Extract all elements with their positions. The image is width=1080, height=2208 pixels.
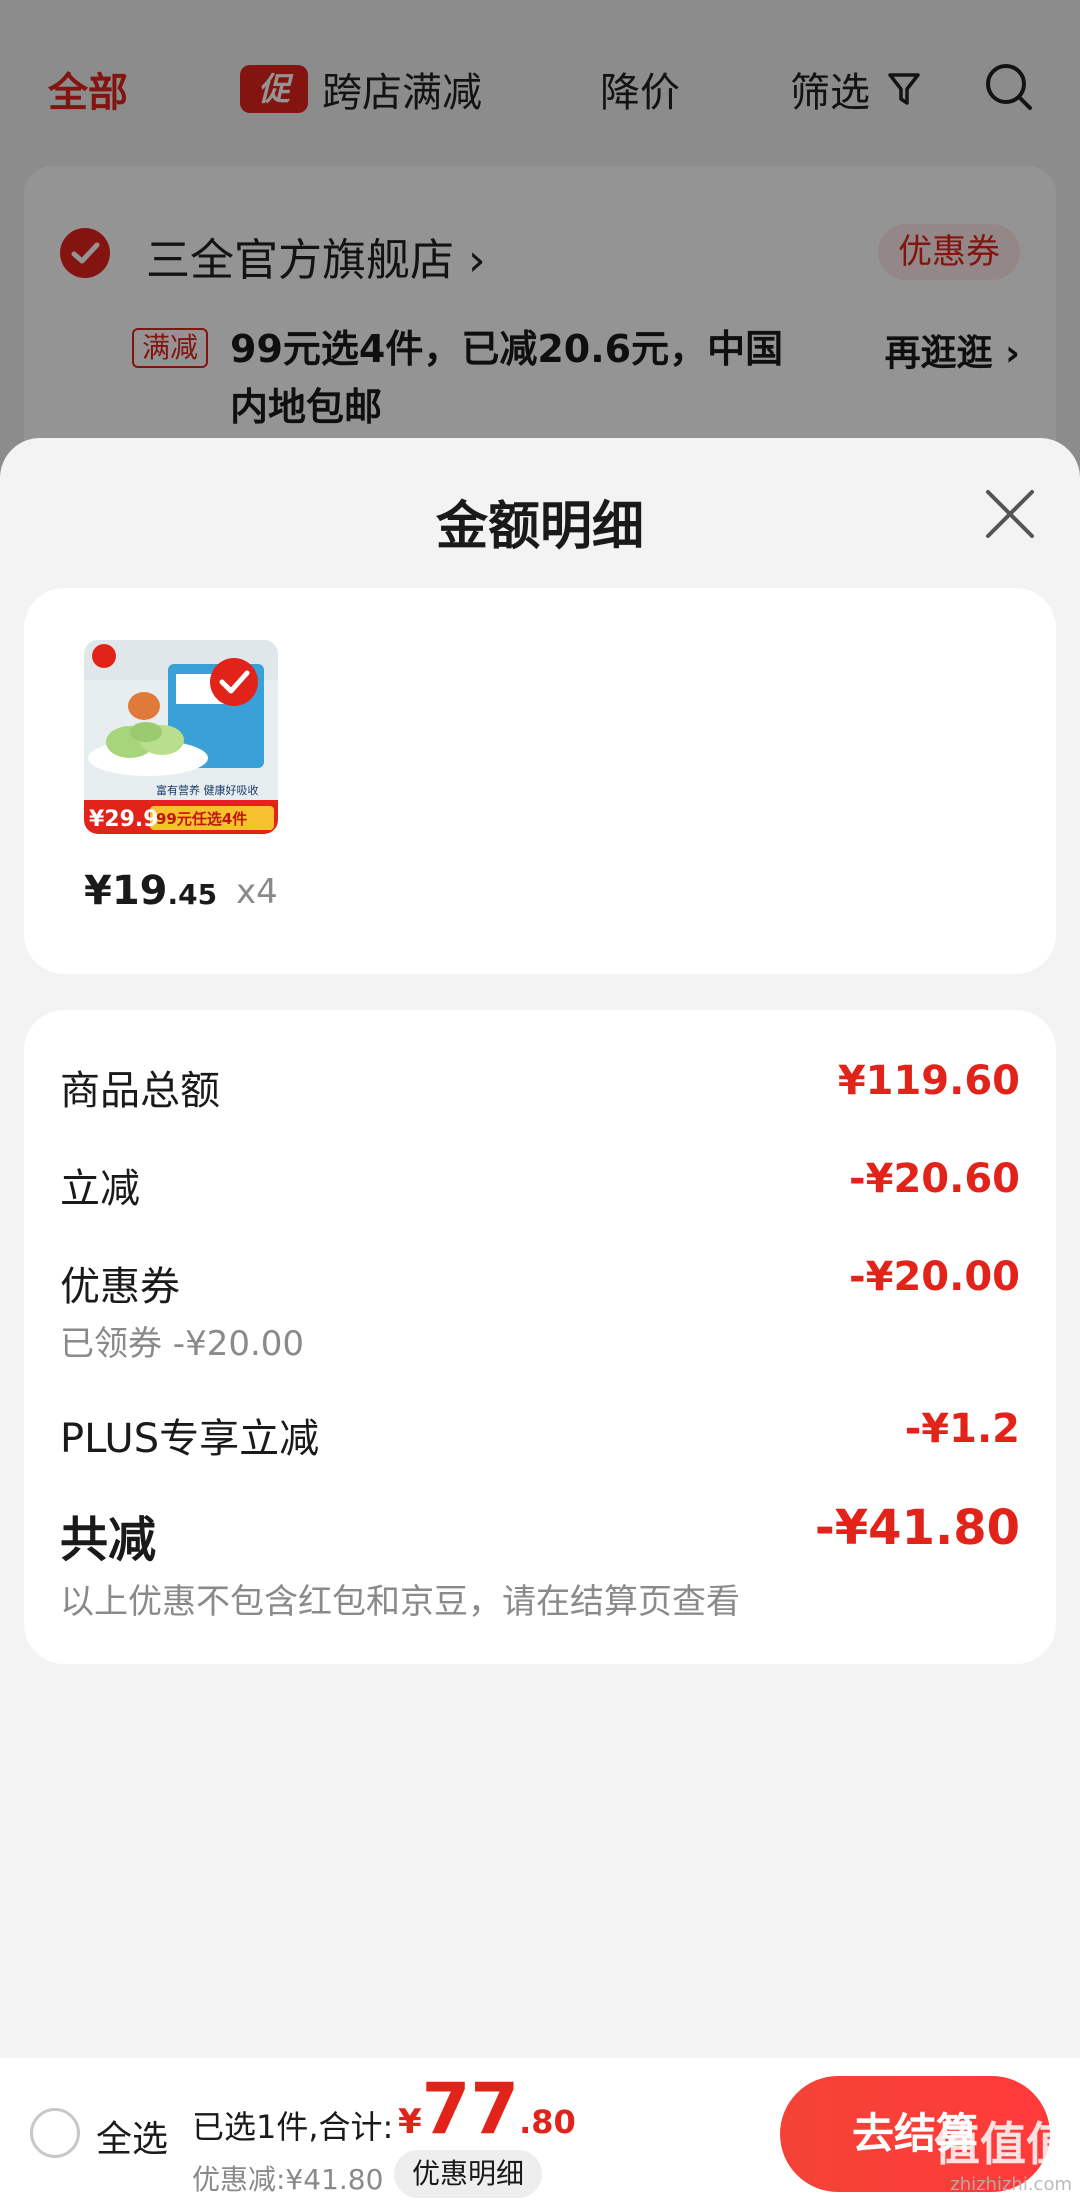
- thumb-slogan: 富有营养 健康好吸收: [156, 783, 259, 797]
- discount-detail-button[interactable]: 优惠明细: [394, 2150, 543, 2198]
- product-image-icon: ¥29.9 99元任选4件 富有营养 健康好吸收: [84, 640, 278, 834]
- close-icon: [986, 490, 1034, 538]
- coupon-value: -¥20.00: [849, 1254, 1020, 1300]
- goods-total-label: 商品总额: [60, 1068, 220, 1114]
- amount-detail-card: 商品总额 ¥119.60 立减 -¥20.60 优惠券 -¥20.00 已领券 …: [24, 1010, 1056, 1664]
- total-discount-value: -¥41.80: [814, 1500, 1020, 1556]
- item-price-main: ¥19: [84, 868, 168, 914]
- plus-discount-label: PLUS专享立减: [60, 1416, 320, 1462]
- item-price: ¥19.45: [84, 868, 217, 914]
- watermark-text: 值值值: [934, 2117, 1072, 2171]
- discount-note: 以上优惠不包含红包和京豆，请在结算页查看: [60, 1582, 740, 1622]
- bottom-bar: 全选 已选1件,合计: ¥77.80 优惠减:¥41.80 优惠明细 去结算: [0, 2058, 1080, 2208]
- item-quantity: x4: [236, 872, 278, 912]
- select-all-checkbox[interactable]: [30, 2108, 80, 2158]
- watermark-url: zhizhizhi.com: [950, 2174, 1072, 2195]
- close-button[interactable]: [982, 486, 1038, 542]
- coupon-sub: 已领券 -¥20.00: [60, 1324, 305, 1364]
- total-currency: ¥: [398, 2102, 422, 2142]
- instant-discount-label: 立减: [60, 1166, 140, 1212]
- total-amount: ¥77.80: [398, 2068, 576, 2150]
- goods-total-value: ¥119.60: [837, 1058, 1020, 1104]
- select-all-label[interactable]: 全选: [96, 2110, 168, 2162]
- items-card: ¥29.9 99元任选4件 富有营养 健康好吸收 ¥19.45 x4: [24, 588, 1056, 974]
- saved-amount: 优惠减:¥41.80: [192, 2163, 384, 2196]
- coupon-label: 优惠券: [60, 1264, 180, 1310]
- selected-count: 已选1件,合计:: [192, 2108, 394, 2146]
- plus-discount-value: -¥1.2: [904, 1406, 1020, 1452]
- watermark: 值值值 zhizhizhi.com: [922, 2108, 1072, 2198]
- total-discount-label: 共减: [60, 1512, 157, 1568]
- product-thumbnail[interactable]: ¥29.9 99元任选4件 富有营养 健康好吸收: [84, 640, 278, 834]
- thumb-price: ¥29.9: [89, 807, 159, 832]
- total-amount-dec: .80: [519, 2103, 576, 2141]
- total-amount-int: 77: [421, 2068, 520, 2150]
- thumb-offer: 99元任选4件: [156, 810, 247, 828]
- instant-discount-value: -¥20.60: [849, 1156, 1020, 1202]
- item-price-cents: .45: [167, 878, 218, 911]
- sheet-title: 金额明细: [435, 497, 644, 557]
- amount-detail-sheet: 金额明细 ¥29.9 99元任选4件 富有营养 健康好吸收 ¥19.45 x4 …: [0, 438, 1080, 2063]
